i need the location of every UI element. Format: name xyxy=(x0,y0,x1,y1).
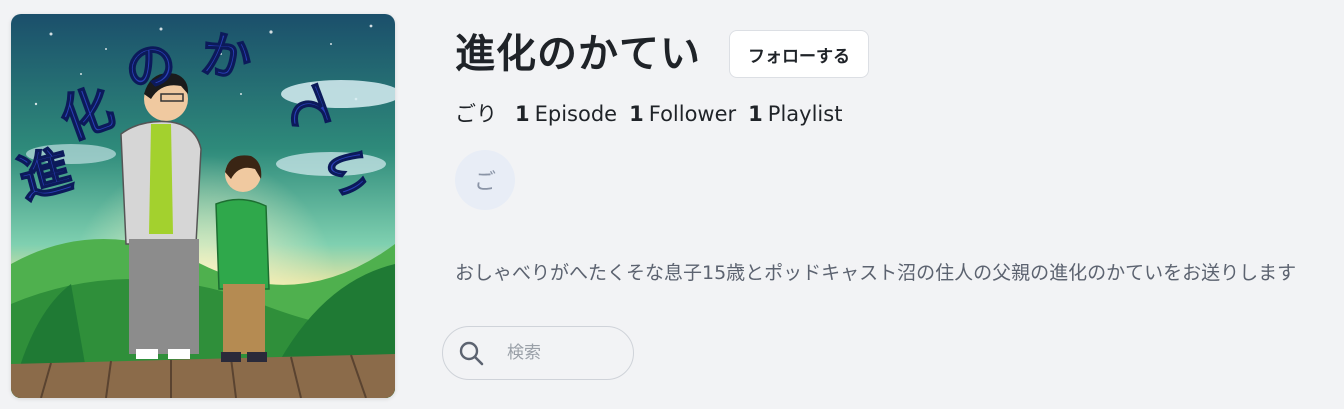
author-avatar[interactable]: ご xyxy=(455,150,515,210)
episodes-label: Episode xyxy=(534,102,618,126)
follow-button[interactable]: フォローする xyxy=(729,30,869,78)
podcast-artwork: 進 化 の か て い xyxy=(11,14,395,398)
svg-text:の: の xyxy=(121,34,180,100)
podcast-page: 進 化 の か て い 進化のかてい フォローする ごり 1 Episode 1F… xyxy=(0,0,1344,409)
search-icon xyxy=(459,341,484,366)
author-name[interactable]: ごり xyxy=(455,98,497,128)
episodes-count: 1 xyxy=(515,102,530,126)
podcast-description: おしゃべりがへたくそな息子15歳とポッドキャスト沼の住人の父親の進化のかていをお… xyxy=(455,262,1297,284)
podcast-meta: ごり 1 Episode 1 Follower 1 Playlist xyxy=(455,98,854,128)
svg-text:い: い xyxy=(315,144,378,201)
title-row: 進化のかてい フォローする xyxy=(455,30,869,78)
podcast-title: 進化のかてい xyxy=(455,31,701,77)
svg-text:か: か xyxy=(197,25,255,89)
search-box[interactable] xyxy=(442,326,634,380)
playlists-count: 1 xyxy=(748,102,763,126)
playlists-stat[interactable]: 1 Playlist xyxy=(748,102,842,126)
followers-label: Follower xyxy=(648,102,737,126)
followers-stat[interactable]: 1 Follower xyxy=(629,102,736,126)
episodes-stat[interactable]: 1 Episode xyxy=(515,102,617,126)
search-input[interactable] xyxy=(505,342,619,364)
playlists-label: Playlist xyxy=(767,102,843,126)
followers-count: 1 xyxy=(629,102,644,126)
